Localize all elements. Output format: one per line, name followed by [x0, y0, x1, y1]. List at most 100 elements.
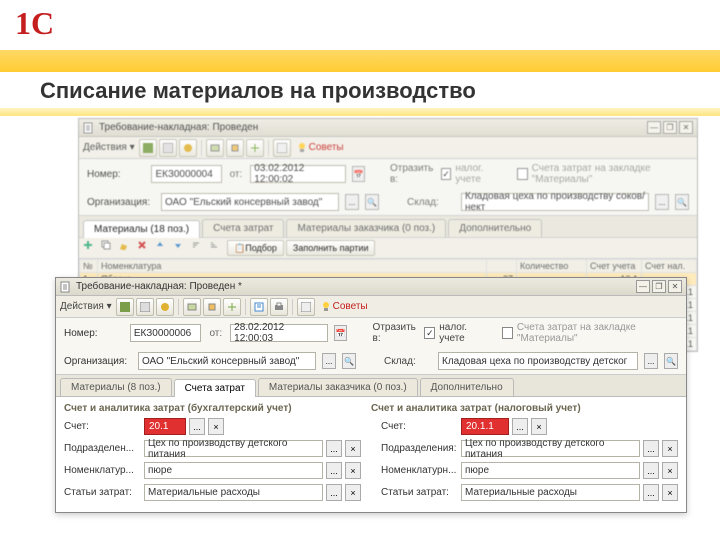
minimize-button[interactable]: — [636, 280, 650, 293]
toolbar-button[interactable] [226, 139, 244, 157]
report-button[interactable] [250, 298, 268, 316]
org-open-button[interactable]: 🔍 [365, 194, 379, 210]
print-button[interactable] [270, 298, 288, 316]
account-field-right[interactable]: 20.1.1 [461, 418, 509, 435]
costitem-select-button[interactable]: ... [643, 484, 659, 501]
close-button[interactable]: ✕ [679, 121, 693, 134]
toolbar-button[interactable] [297, 298, 315, 316]
warehouse-field[interactable]: Кладовая цеха по производству соков/нект [461, 193, 649, 211]
actions-menu[interactable]: Действия ▾ [60, 301, 112, 312]
reflect-label: Отразить в: [373, 322, 421, 344]
tab-additional[interactable]: Дополнительно [448, 219, 542, 237]
maximize-button[interactable]: ❐ [663, 121, 677, 134]
costs-checkbox[interactable] [517, 168, 528, 180]
toolbar-button[interactable] [223, 298, 241, 316]
copy-row-button[interactable] [101, 240, 117, 256]
dept-select-button[interactable]: ... [643, 440, 659, 457]
costitem-clear-button[interactable]: × [662, 484, 678, 501]
nalog-checkbox[interactable]: ✓ [424, 327, 435, 339]
date-field[interactable]: 28.02.2012 12:00:03 [230, 324, 328, 342]
costs-checkbox[interactable] [502, 327, 513, 339]
nomgroup-row-left: Номенклатур... пюре ... × [64, 462, 361, 479]
nomgroup-field-right[interactable]: пюре [461, 462, 640, 479]
nomgroup-label: Номенклатурн... [381, 465, 459, 476]
close-button[interactable]: ✕ [668, 280, 682, 293]
toolbar-button[interactable] [136, 298, 154, 316]
tab-materials[interactable]: Материалы (8 поз.) [60, 378, 172, 396]
minimize-button[interactable]: — [647, 121, 661, 134]
dept-field-right[interactable]: Цех по производству детского питания [461, 440, 640, 457]
tab-cost-accounts[interactable]: Счета затрат [202, 219, 284, 237]
account-field-left[interactable]: 20.1 [144, 418, 186, 435]
number-row: Номер: ЕКЗ0000006 от: 28.02.2012 12:00:0… [56, 318, 686, 348]
nomgroup-select-button[interactable]: ... [643, 462, 659, 479]
tab-cost-accounts[interactable]: Счета затрат [174, 379, 256, 397]
nalog-checkbox[interactable]: ✓ [441, 168, 452, 180]
sort-button-2[interactable] [209, 240, 225, 256]
sort-button[interactable] [191, 240, 207, 256]
fill-parties-button[interactable]: Заполнить партии [286, 240, 376, 256]
number-row: Номер: ЕКЗ0000004 от: 03.02.2012 12:00:0… [79, 159, 697, 189]
podbor-button[interactable]: 📋 Подбор [227, 240, 284, 256]
date-picker-button[interactable]: 📅 [334, 325, 347, 341]
post-button[interactable] [116, 298, 134, 316]
account-clear-button[interactable]: × [208, 418, 224, 435]
toolbar-button[interactable] [159, 139, 177, 157]
org-field[interactable]: ОАО "Ельский консервный завод" [161, 193, 339, 211]
tab-additional[interactable]: Дополнительно [420, 378, 514, 396]
dept-clear-button[interactable]: × [345, 440, 361, 457]
dept-select-button[interactable]: ... [326, 440, 342, 457]
toolbar-button[interactable] [203, 298, 221, 316]
nomgroup-select-button[interactable]: ... [326, 462, 342, 479]
nomgroup-field-left[interactable]: пюре [144, 462, 323, 479]
toolbar-button[interactable] [183, 298, 201, 316]
number-field[interactable]: ЕКЗ0000004 [151, 165, 221, 183]
costitem-clear-button[interactable]: × [345, 484, 361, 501]
dept-field-left[interactable]: Цех по производству детского питания [144, 440, 323, 457]
nomgroup-clear-button[interactable]: × [662, 462, 678, 479]
toolbar-button[interactable] [206, 139, 224, 157]
date-field[interactable]: 03.02.2012 12:00:02 [250, 165, 346, 183]
tab-customer-materials[interactable]: Материалы заказчика (0 поз.) [286, 219, 446, 237]
add-row-button[interactable] [83, 240, 99, 256]
org-select-button[interactable]: ... [322, 353, 336, 369]
maximize-button[interactable]: ❐ [652, 280, 666, 293]
tab-materials[interactable]: Материалы (18 поз.) [83, 220, 200, 238]
org-select-button[interactable]: ... [345, 194, 359, 210]
org-field[interactable]: ОАО "Ельский консервный завод" [138, 352, 316, 370]
warehouse-open-button[interactable]: 🔍 [675, 194, 689, 210]
warehouse-select-button[interactable]: ... [644, 353, 658, 369]
org-open-button[interactable]: 🔍 [342, 353, 356, 369]
tips-link[interactable]: Советы [321, 301, 368, 313]
move-up-button[interactable] [155, 240, 171, 256]
toolbar-button[interactable] [139, 139, 157, 157]
account-clear-button[interactable]: × [531, 418, 547, 435]
account-select-button[interactable]: ... [189, 418, 205, 435]
tab-customer-materials[interactable]: Материалы заказчика (0 поз.) [258, 378, 418, 396]
warehouse-open-button[interactable]: 🔍 [664, 353, 678, 369]
titlebar: Требование-накладная: Проведен — ❐ ✕ [79, 119, 697, 137]
move-down-button[interactable] [173, 240, 189, 256]
titlebar[interactable]: Требование-накладная: Проведен * — ❐ ✕ [56, 278, 686, 296]
account-select-button[interactable]: ... [512, 418, 528, 435]
toolbar-button[interactable] [273, 139, 291, 157]
nomgroup-clear-button[interactable]: × [345, 462, 361, 479]
date-prefix: от: [209, 328, 222, 339]
dept-clear-button[interactable]: × [662, 440, 678, 457]
date-picker-button[interactable]: 📅 [352, 166, 364, 182]
tabs-bar: Материалы (8 поз.) Счета затрат Материал… [56, 374, 686, 396]
warehouse-field[interactable]: Кладовая цеха по производству детског [438, 352, 638, 370]
toolbar-button[interactable] [246, 139, 264, 157]
actions-menu[interactable]: Действия ▾ [83, 142, 135, 153]
toolbar-button[interactable] [179, 139, 197, 157]
costitem-select-button[interactable]: ... [326, 484, 342, 501]
tips-link[interactable]: Советы [297, 142, 344, 154]
edit-row-button[interactable] [119, 240, 135, 256]
page-title: Списание материалов на производство [40, 78, 476, 104]
delete-row-button[interactable] [137, 240, 153, 256]
number-field[interactable]: ЕКЗ0000006 [130, 324, 202, 342]
toolbar-button[interactable] [156, 298, 174, 316]
costitem-field-right[interactable]: Материальные расходы [461, 484, 640, 501]
costitem-field-left[interactable]: Материальные расходы [144, 484, 323, 501]
warehouse-select-button[interactable]: ... [655, 194, 669, 210]
